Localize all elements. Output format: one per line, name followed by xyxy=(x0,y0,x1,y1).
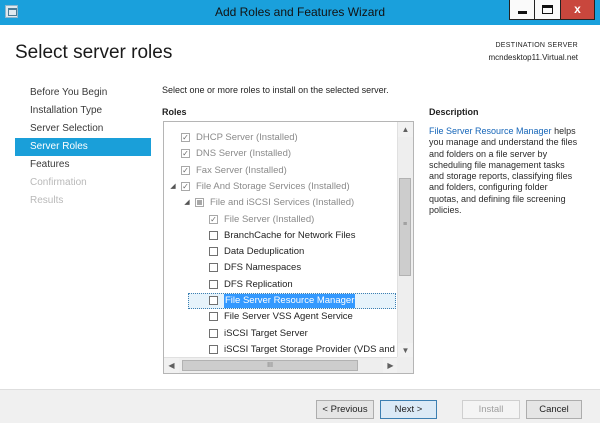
role-checkbox[interactable] xyxy=(209,263,218,273)
role-checkbox[interactable] xyxy=(209,296,218,305)
minimize-icon xyxy=(518,11,527,14)
role-checkbox[interactable] xyxy=(209,328,218,338)
role-row[interactable]: ◢ ✓ File And Storage Services (Installed) xyxy=(164,179,398,195)
page-title: Select server roles xyxy=(15,42,173,63)
destination-server-label: DESTINATION SERVER xyxy=(495,42,578,49)
role-label: Data Deduplication xyxy=(224,246,305,258)
role-row[interactable]: iSCSI Target Server xyxy=(164,326,398,342)
role-checkbox[interactable]: ✓ xyxy=(181,165,190,175)
previous-button[interactable]: < Previous xyxy=(316,400,374,419)
vertical-scroll-thumb[interactable]: ≡ xyxy=(399,178,411,276)
role-row[interactable]: File Server Resource Manager xyxy=(164,293,398,309)
scroll-grip-icon: ≡ xyxy=(402,221,408,228)
nav-server-roles[interactable]: Server Roles xyxy=(15,138,151,156)
nav-features[interactable]: Features xyxy=(15,156,151,174)
role-row[interactable]: BranchCache for Network Files xyxy=(164,228,398,244)
role-label: File Server VSS Agent Service xyxy=(224,311,353,323)
description-heading: Description xyxy=(429,107,479,117)
role-label: DFS Replication xyxy=(224,278,293,290)
scrollbar-corner xyxy=(397,357,413,373)
role-label: File And Storage Services (Installed) xyxy=(196,180,350,192)
role-row[interactable]: ◢ File and iSCSI Services (Installed) xyxy=(164,195,398,211)
role-row[interactable]: File Server VSS Agent Service xyxy=(164,309,398,325)
role-row[interactable]: Data Deduplication xyxy=(164,244,398,260)
wizard-footer: < Previous Next > Install Cancel xyxy=(0,389,600,423)
scroll-left-icon[interactable]: ◀ xyxy=(164,358,179,373)
roles-heading: Roles xyxy=(162,107,187,117)
scroll-down-icon[interactable]: ▼ xyxy=(398,343,413,358)
role-label: File and iSCSI Services (Installed) xyxy=(210,197,355,209)
close-icon: x xyxy=(574,2,581,16)
minimize-button[interactable] xyxy=(509,0,535,20)
role-checkbox[interactable] xyxy=(209,344,218,354)
role-checkbox[interactable]: ✓ xyxy=(181,181,190,191)
role-label: BranchCache for Network Files xyxy=(224,229,356,241)
maximize-icon xyxy=(542,5,553,14)
title-bar: Add Roles and Features Wizard x xyxy=(0,0,600,25)
install-button: Install xyxy=(462,400,520,419)
role-row[interactable]: ✓ Fax Server (Installed) xyxy=(164,163,398,179)
horizontal-scrollbar[interactable]: ◀ III ▶ xyxy=(164,357,398,373)
maximize-button[interactable] xyxy=(535,0,561,20)
destination-server-name: mcndesktop11.Virtual.net xyxy=(488,53,578,62)
role-checkbox[interactable] xyxy=(209,279,218,289)
expand-arrow-icon[interactable]: ◢ xyxy=(182,195,192,211)
role-checkbox[interactable] xyxy=(209,230,218,240)
role-row[interactable]: ✓ DNS Server (Installed) xyxy=(164,146,398,162)
role-row[interactable]: ✓ DHCP Server (Installed) xyxy=(164,130,398,146)
close-button[interactable]: x xyxy=(561,0,595,20)
role-checkbox[interactable] xyxy=(195,198,204,208)
expand-arrow-icon[interactable]: ◢ xyxy=(168,179,178,195)
description-link[interactable]: File Server Resource Manager xyxy=(429,126,552,136)
role-label: Fax Server (Installed) xyxy=(196,164,287,176)
scroll-right-icon[interactable]: ▶ xyxy=(383,358,398,373)
description-text: File Server Resource Manager helps you m… xyxy=(429,126,579,216)
instruction-text: Select one or more roles to install on t… xyxy=(162,85,389,95)
role-label: iSCSI Target Server xyxy=(224,327,308,339)
roles-tree[interactable]: ✓ DHCP Server (Installed) ✓ DNS Server (Ins… xyxy=(163,121,414,374)
wizard-steps-nav: Before You Begin Installation Type Serve… xyxy=(15,84,151,210)
role-label: File Server Resource Manager xyxy=(224,294,356,308)
cancel-button[interactable]: Cancel xyxy=(526,400,582,419)
role-label: DNS Server (Installed) xyxy=(196,148,292,160)
horizontal-scroll-thumb[interactable]: III xyxy=(182,360,358,371)
role-row[interactable]: DFS Namespaces xyxy=(164,260,398,276)
role-label: File Server (Installed) xyxy=(224,213,315,225)
role-label: DFS Namespaces xyxy=(224,262,302,274)
role-row[interactable]: ✓ File Server (Installed) xyxy=(164,212,398,228)
scroll-up-icon[interactable]: ▲ xyxy=(398,122,413,137)
description-body: helps you manage and understand the file… xyxy=(429,126,578,216)
nav-confirmation: Confirmation xyxy=(30,177,87,188)
role-checkbox[interactable] xyxy=(209,247,218,257)
role-checkbox[interactable]: ✓ xyxy=(181,149,190,159)
nav-before-you-begin[interactable]: Before You Begin xyxy=(15,84,151,102)
next-button[interactable]: Next > xyxy=(380,400,437,419)
role-checkbox[interactable] xyxy=(209,312,218,322)
role-row[interactable]: iSCSI Target Storage Provider (VDS and V… xyxy=(164,342,413,358)
role-checkbox[interactable]: ✓ xyxy=(209,214,218,224)
role-label: DHCP Server (Installed) xyxy=(196,132,298,143)
role-checkbox[interactable]: ✓ xyxy=(181,133,190,142)
role-label: iSCSI Target Storage Provider (VDS and V… xyxy=(224,343,414,355)
vertical-scrollbar[interactable]: ▲ ≡ ▼ xyxy=(397,122,413,358)
role-row[interactable]: DFS Replication xyxy=(164,277,398,293)
nav-results: Results xyxy=(30,195,64,206)
nav-installation-type[interactable]: Installation Type xyxy=(15,102,151,120)
nav-server-selection[interactable]: Server Selection xyxy=(15,120,151,138)
